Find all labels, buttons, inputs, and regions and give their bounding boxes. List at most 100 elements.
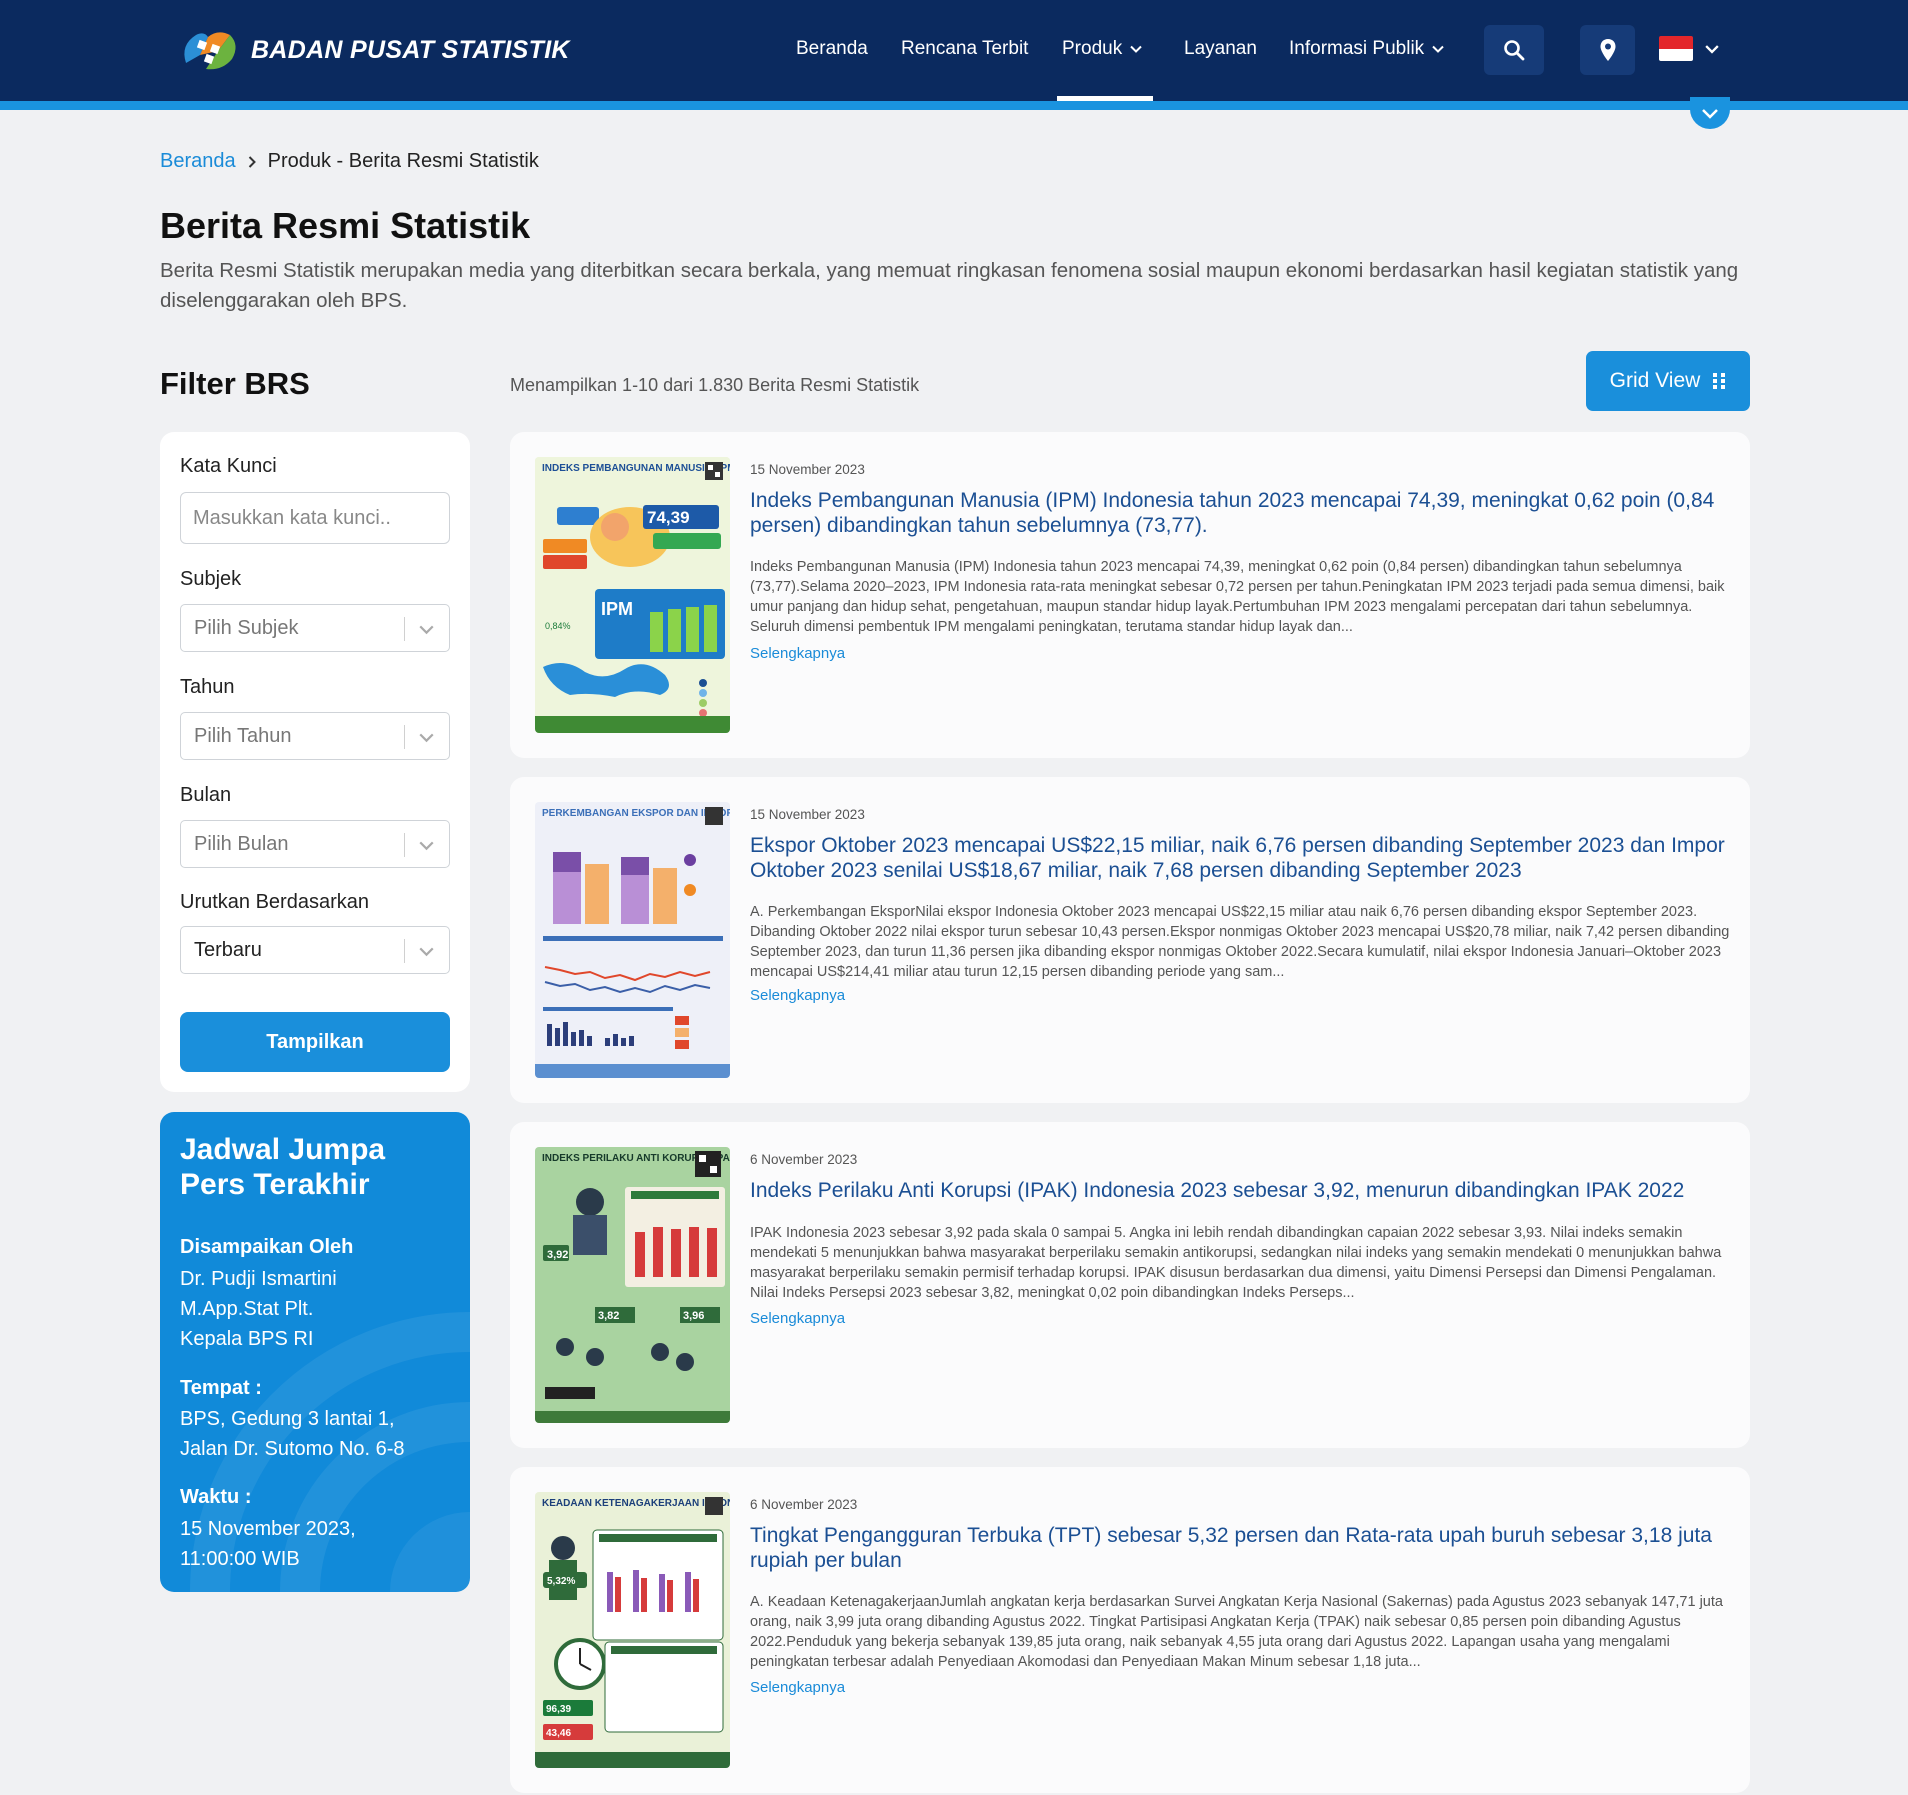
thumb-note: 3,96 bbox=[683, 1310, 704, 1322]
brs-thumbnail[interactable]: INDEKS PEMBANGUNAN MANUSIA (IPM) 2023 74… bbox=[535, 457, 730, 733]
press-by-label: Disampaikan Oleh bbox=[180, 1236, 354, 1258]
nav-beranda[interactable]: Beranda bbox=[796, 38, 868, 60]
nav-layanan[interactable]: Layanan bbox=[1184, 38, 1257, 60]
chevron-down-icon bbox=[419, 947, 434, 957]
chevron-right-icon bbox=[248, 155, 256, 168]
nav-label: Rencana Terbit bbox=[901, 38, 1029, 59]
header-accent-bar bbox=[0, 101, 1908, 110]
thumb-tag: 3,82 bbox=[598, 1310, 619, 1322]
subject-select-value: Pilih Subjek bbox=[194, 616, 299, 639]
read-more-link[interactable]: Selengkapnya bbox=[750, 1310, 845, 1327]
thumb-tag: 96,39 bbox=[546, 1704, 571, 1715]
nav-label: Layanan bbox=[1184, 38, 1257, 59]
id-flag-icon bbox=[1659, 36, 1693, 61]
result-count: Menampilkan 1-10 dari 1.830 Berita Resmi… bbox=[510, 375, 920, 395]
keyword-label: Kata Kunci bbox=[180, 455, 277, 477]
filter-panel: Kata Kunci Masukkan kata kunci.. Subjek … bbox=[160, 432, 470, 1092]
apply-filter-button[interactable]: Tampilkan bbox=[180, 1012, 450, 1072]
nav-label: Informasi Publik bbox=[1289, 38, 1425, 59]
breadcrumb-current: Produk - Berita Resmi Statistik bbox=[267, 150, 539, 172]
brs-summary: A. Keadaan KetenagakerjaanJumlah angkata… bbox=[750, 1594, 1723, 1670]
nav-informasi-publik[interactable]: Informasi Publik bbox=[1289, 38, 1444, 60]
year-select[interactable]: Pilih Tahun bbox=[180, 712, 450, 760]
thumb-figure: 3,92 bbox=[547, 1249, 568, 1261]
brs-card[interactable]: INDEKS PERILAKU ANTI KORUPSI (IPAK) 2023… bbox=[510, 1122, 1750, 1448]
brs-card[interactable]: INDEKS PEMBANGUNAN MANUSIA (IPM) 2023 74… bbox=[510, 432, 1750, 758]
subject-label: Subjek bbox=[180, 568, 242, 590]
brs-thumbnail[interactable]: PERKEMBANGAN EKSPOR DAN IMPOR INDONESIA … bbox=[535, 802, 730, 1078]
brand[interactable]: BADAN PUSAT STATISTIK bbox=[178, 25, 570, 75]
brs-date: 6 November 2023 bbox=[750, 1497, 858, 1512]
header-collapse-button[interactable] bbox=[1690, 97, 1730, 129]
press-schedule-card: Jadwal Jumpa Pers Terakhir Disampaikan O… bbox=[160, 1112, 470, 1592]
thumb-tag: IPM bbox=[601, 599, 633, 619]
press-place-label: Tempat : bbox=[180, 1377, 262, 1399]
read-more-link[interactable]: Selengkapnya bbox=[750, 1679, 845, 1696]
brs-date: 6 November 2023 bbox=[750, 1152, 858, 1167]
search-icon bbox=[1504, 40, 1525, 61]
nav-label: Beranda bbox=[796, 38, 868, 59]
brs-summary: A. Perkembangan EksporNilai ekspor Indon… bbox=[750, 904, 1730, 980]
brs-date: 15 November 2023 bbox=[750, 807, 865, 822]
month-select[interactable]: Pilih Bulan bbox=[180, 820, 450, 868]
press-by-value: Dr. Pudji Ismartini M.App.Stat Plt. Kepa… bbox=[180, 1268, 337, 1350]
year-select-value: Pilih Tahun bbox=[194, 724, 292, 747]
bps-logo-icon bbox=[184, 32, 236, 70]
keyword-input[interactable]: Masukkan kata kunci.. bbox=[180, 492, 450, 544]
chevron-down-icon bbox=[1705, 44, 1719, 54]
thumb-figure: 5,32% bbox=[547, 1576, 575, 1587]
breadcrumb-home[interactable]: Beranda bbox=[160, 150, 236, 173]
sort-label: Urutkan Berdasarkan bbox=[180, 891, 369, 913]
qr-code-icon bbox=[705, 1497, 723, 1515]
qr-code-icon bbox=[695, 1151, 721, 1177]
search-button[interactable] bbox=[1484, 25, 1544, 75]
brs-thumbnail[interactable]: INDEKS PERILAKU ANTI KORUPSI (IPAK) 2023… bbox=[535, 1147, 730, 1423]
brs-title[interactable]: Indeks Perilaku Anti Korupsi (IPAK) Indo… bbox=[750, 1178, 1730, 1203]
sort-select[interactable]: Terbaru bbox=[180, 926, 450, 974]
press-time-label: Waktu : bbox=[180, 1486, 252, 1508]
brs-thumbnail[interactable]: KEADAAN KETENAGAKERJAAN INDONESIA AGUSTU… bbox=[535, 1492, 730, 1768]
read-more-link[interactable]: Selengkapnya bbox=[750, 987, 845, 1004]
brs-title[interactable]: Ekspor Oktober 2023 mencapai US$22,15 mi… bbox=[750, 833, 1730, 883]
subject-select[interactable]: Pilih Subjek bbox=[180, 604, 450, 652]
chevron-down-icon bbox=[419, 841, 434, 851]
brs-title[interactable]: Indeks Pembangunan Manusia (IPM) Indones… bbox=[750, 488, 1730, 538]
language-selector[interactable] bbox=[1659, 36, 1719, 61]
month-select-value: Pilih Bulan bbox=[194, 832, 289, 855]
brs-card[interactable]: PERKEMBANGAN EKSPOR DAN IMPOR INDONESIA … bbox=[510, 777, 1750, 1103]
press-time-value: 15 November 2023, 11:00:00 WIB bbox=[180, 1518, 356, 1570]
brs-card[interactable]: KEADAAN KETENAGAKERJAAN INDONESIA AGUSTU… bbox=[510, 1467, 1750, 1793]
nav-rencana-terbit[interactable]: Rencana Terbit bbox=[901, 38, 1028, 60]
grid-view-label: Grid View bbox=[1609, 369, 1701, 392]
press-title: Jadwal Jumpa Pers Terakhir bbox=[180, 1133, 386, 1201]
chevron-down-icon bbox=[419, 733, 434, 743]
chevron-down-icon bbox=[1432, 45, 1444, 53]
thumb-heading: KEADAAN KETENAGAKERJAAN INDONESIA AGUSTU… bbox=[542, 1498, 730, 1509]
infographic-image: PERKEMBANGAN EKSPOR DAN IMPOR INDONESIA … bbox=[535, 802, 730, 1078]
brs-summary: IPAK Indonesia 2023 sebesar 3,92 pada sk… bbox=[750, 1225, 1722, 1301]
chevron-down-icon bbox=[1702, 109, 1718, 119]
press-place-value: BPS, Gedung 3 lantai 1, Jalan Dr. Sutomo… bbox=[180, 1408, 405, 1460]
filter-title: Filter BRS bbox=[160, 366, 310, 401]
thumb-heading: INDEKS PEMBANGUNAN MANUSIA (IPM) 2023 bbox=[542, 463, 730, 474]
chevron-down-icon bbox=[419, 625, 434, 635]
brs-date: 15 November 2023 bbox=[750, 462, 865, 477]
top-navbar: BADAN PUSAT STATISTIK Beranda Rencana Te… bbox=[0, 0, 1908, 101]
thumb-note: 0,84% bbox=[545, 621, 571, 631]
location-button[interactable] bbox=[1580, 25, 1635, 75]
thumb-heading: PERKEMBANGAN EKSPOR DAN IMPOR INDONESIA … bbox=[542, 808, 730, 819]
page-description: Berita Resmi Statistik merupakan media y… bbox=[160, 259, 1739, 312]
grid-view-button[interactable]: Grid View bbox=[1586, 351, 1750, 411]
thumb-note: 43,46 bbox=[546, 1728, 571, 1739]
grid-icon bbox=[1713, 373, 1726, 389]
brs-summary: Indeks Pembangunan Manusia (IPM) Indones… bbox=[750, 559, 1725, 635]
read-more-link[interactable]: Selengkapnya bbox=[750, 645, 845, 662]
nav-label: Produk bbox=[1062, 38, 1123, 59]
brand-name: BADAN PUSAT STATISTIK bbox=[251, 35, 570, 64]
month-label: Bulan bbox=[180, 784, 232, 806]
thumb-figure: 74,39 bbox=[647, 508, 690, 527]
infographic-image: INDEKS PERILAKU ANTI KORUPSI (IPAK) 2023… bbox=[535, 1147, 730, 1423]
location-pin-icon bbox=[1600, 39, 1615, 61]
nav-produk[interactable]: Produk bbox=[1062, 38, 1142, 60]
brs-title[interactable]: Tingkat Pengangguran Terbuka (TPT) sebes… bbox=[750, 1523, 1730, 1573]
